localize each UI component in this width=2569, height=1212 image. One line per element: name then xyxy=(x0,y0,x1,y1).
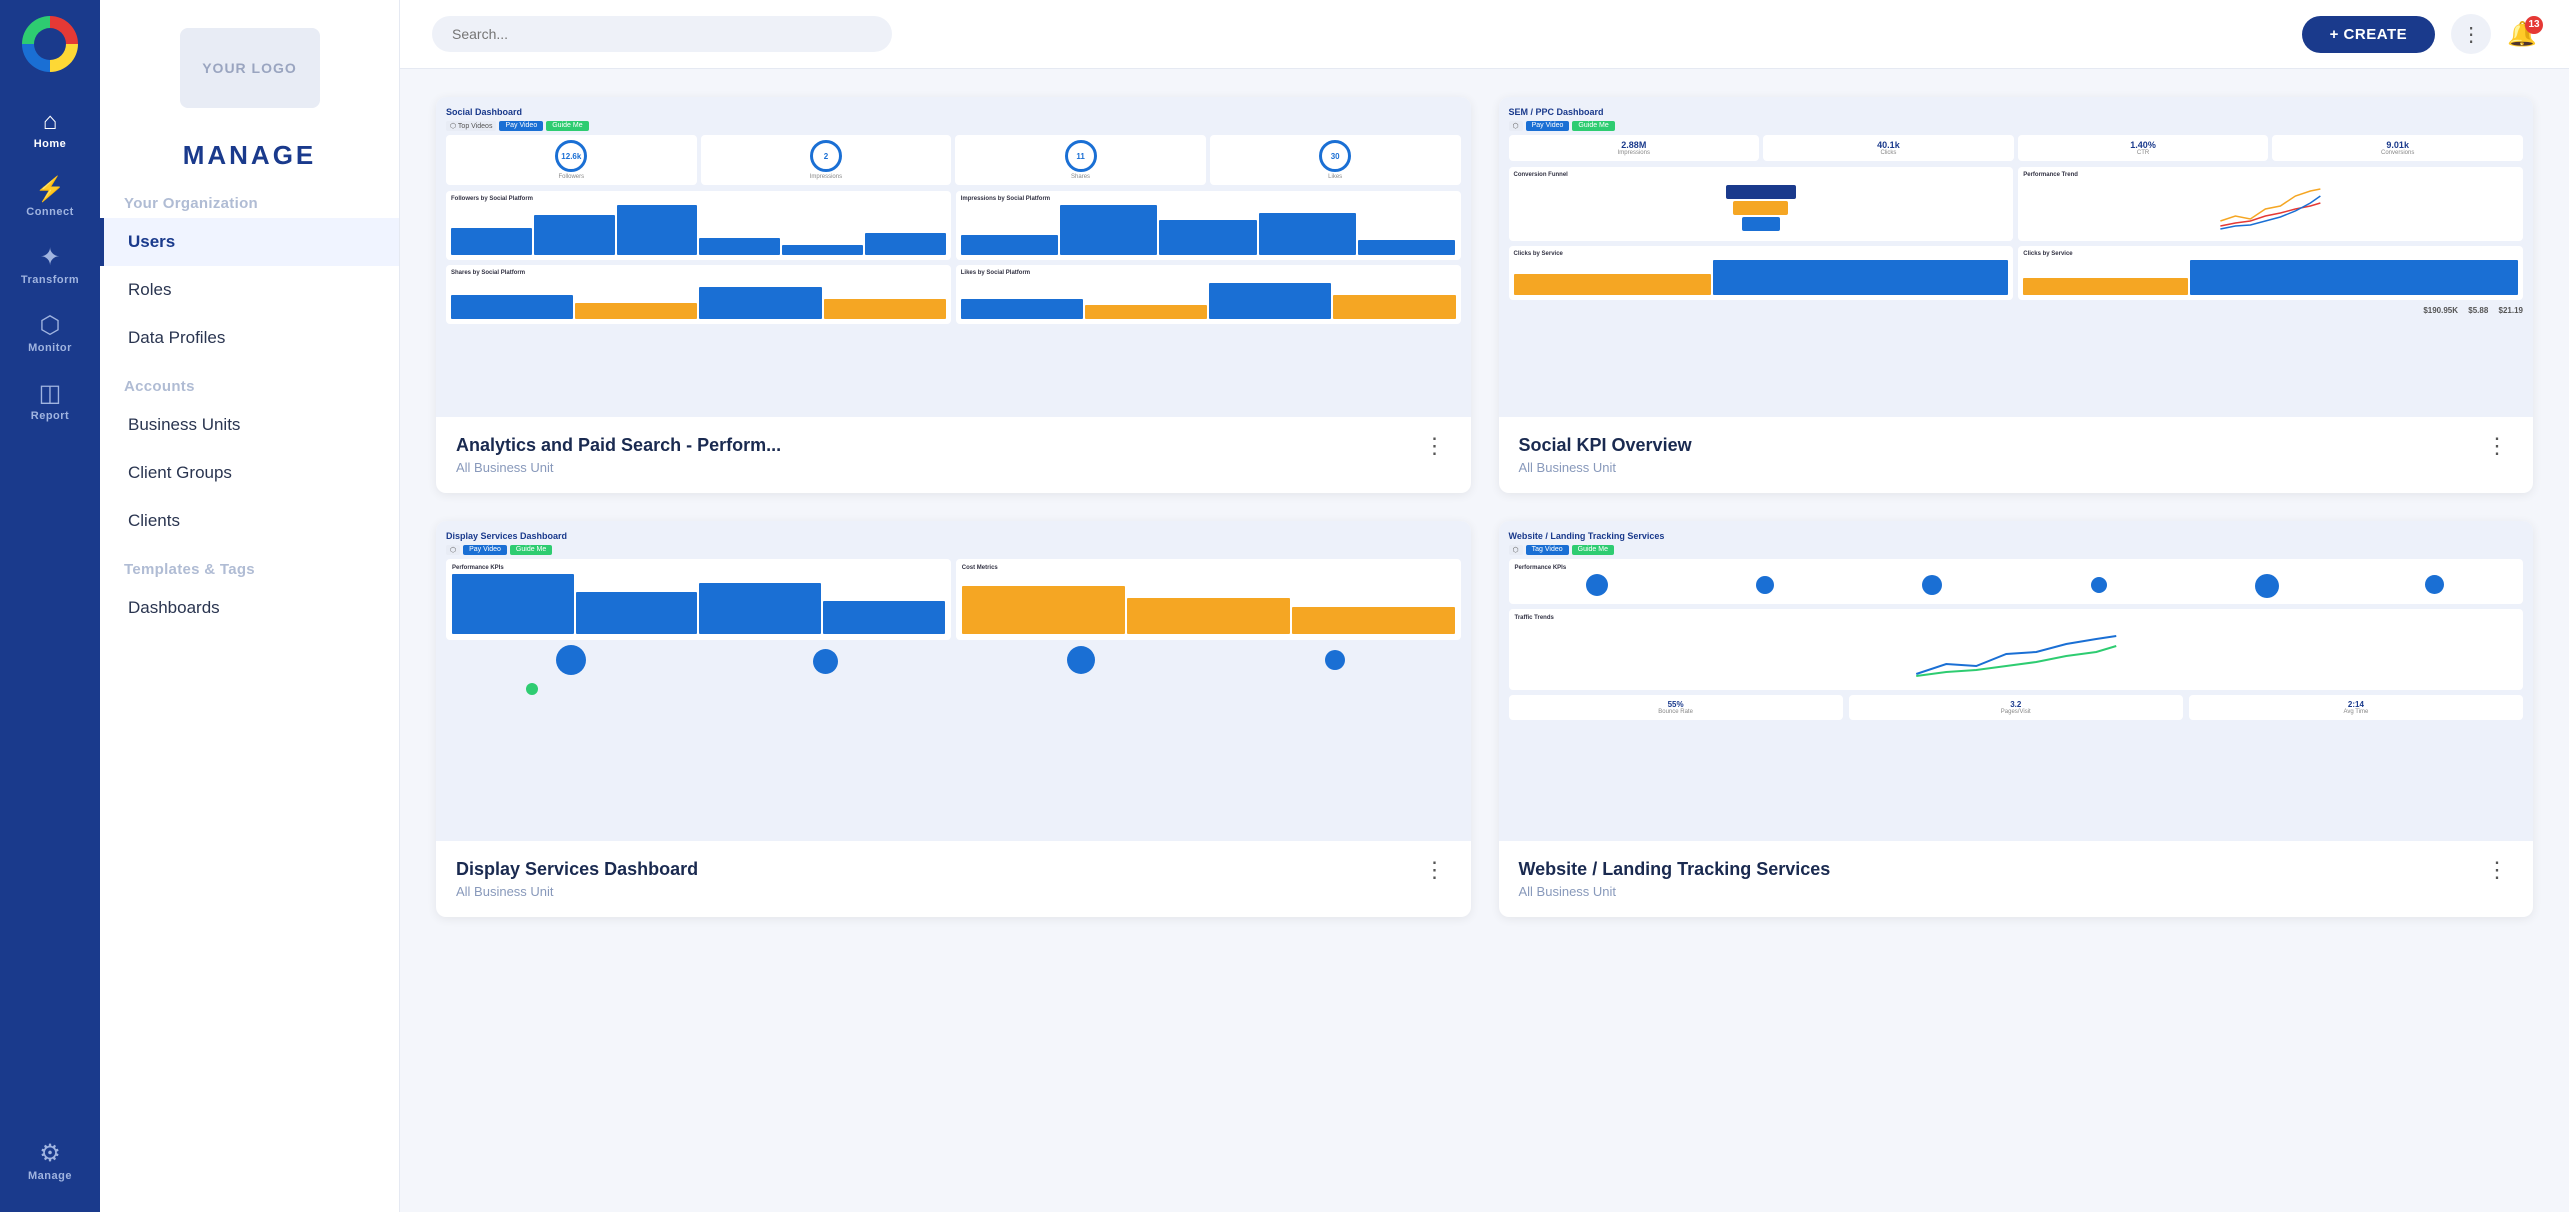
card-menu-button-3[interactable]: ⋮ xyxy=(1420,859,1451,881)
sidebar-item-users-label: Users xyxy=(128,232,175,251)
sidebar-item-dashboards-label: Dashboards xyxy=(128,598,220,617)
card-preview-4: Website / Landing Tracking Services ⬡ Ta… xyxy=(1499,521,2534,841)
top-bar-right: + CREATE ⋮ 🔔 13 xyxy=(2302,14,2537,54)
nav-label-home: Home xyxy=(34,138,67,150)
sidebar-item-client-groups[interactable]: Client Groups xyxy=(100,449,399,497)
section-header-templates: Templates & Tags xyxy=(100,545,399,584)
card-menu-button-1[interactable]: ⋮ xyxy=(1420,435,1451,457)
card-subtitle-2: All Business Unit xyxy=(1519,460,1692,475)
sidebar-item-client-groups-label: Client Groups xyxy=(128,463,232,482)
card-text-2: Social KPI Overview All Business Unit xyxy=(1519,435,1692,475)
card-title-1: Analytics and Paid Search - Perform... xyxy=(456,435,781,456)
icon-nav: ⌂ Home ⚡ Connect ✦ Transform ⬡ Monitor ◫… xyxy=(0,0,100,1212)
nav-item-home[interactable]: ⌂ Home xyxy=(0,96,100,164)
sidebar-item-users[interactable]: Users xyxy=(100,218,399,266)
notification-badge: 13 xyxy=(2525,16,2543,34)
card-text-3: Display Services Dashboard All Business … xyxy=(456,859,698,899)
transform-icon: ✦ xyxy=(40,246,60,270)
card-text-4: Website / Landing Tracking Services All … xyxy=(1519,859,1831,899)
sidebar-logo-area: YOUR LOGO xyxy=(100,0,399,124)
main-content: + CREATE ⋮ 🔔 13 Social Dashboard ⬡ Top V… xyxy=(400,0,2569,1212)
sidebar-item-data-profiles[interactable]: Data Profiles xyxy=(100,314,399,362)
card-preview-2: SEM / PPC Dashboard ⬡ Pay Video Guide Me… xyxy=(1499,97,2534,417)
dashboard-grid: Social Dashboard ⬡ Top Videos Pay Video … xyxy=(436,97,2533,917)
sidebar-item-business-units[interactable]: Business Units xyxy=(100,401,399,449)
nav-label-report: Report xyxy=(31,410,69,422)
sidebar-manage-title: MANAGE xyxy=(100,124,399,179)
home-icon: ⌂ xyxy=(43,110,58,134)
sidebar-item-roles[interactable]: Roles xyxy=(100,266,399,314)
logo-placeholder: YOUR LOGO xyxy=(180,28,320,108)
sidebar-item-dashboards[interactable]: Dashboards xyxy=(100,584,399,632)
report-icon: ◫ xyxy=(39,382,62,406)
card-text-1: Analytics and Paid Search - Perform... A… xyxy=(456,435,781,475)
sidebar-item-clients[interactable]: Clients xyxy=(100,497,399,545)
nav-item-monitor[interactable]: ⬡ Monitor xyxy=(0,300,100,368)
search-input[interactable] xyxy=(432,16,892,52)
sidebar-item-data-profiles-label: Data Profiles xyxy=(128,328,225,347)
sidebar-item-business-units-label: Business Units xyxy=(128,415,240,434)
dashboard-card-4: Website / Landing Tracking Services ⬡ Ta… xyxy=(1499,521,2534,917)
manage-icon: ⚙ xyxy=(39,1142,61,1166)
notifications-button[interactable]: 🔔 13 xyxy=(2507,20,2537,49)
card-title-3: Display Services Dashboard xyxy=(456,859,698,880)
card-info-3: Display Services Dashboard All Business … xyxy=(436,841,1471,917)
connect-icon: ⚡ xyxy=(35,178,65,202)
more-options-button[interactable]: ⋮ xyxy=(2451,14,2491,54)
card-subtitle-4: All Business Unit xyxy=(1519,884,1831,899)
nav-item-manage[interactable]: ⚙ Manage xyxy=(0,1128,100,1196)
card-preview-3: Display Services Dashboard ⬡ Pay Video G… xyxy=(436,521,1471,841)
card-preview-1: Social Dashboard ⬡ Top Videos Pay Video … xyxy=(436,97,1471,417)
dashboard-card-2: SEM / PPC Dashboard ⬡ Pay Video Guide Me… xyxy=(1499,97,2534,493)
card-info-1: Analytics and Paid Search - Perform... A… xyxy=(436,417,1471,493)
card-title-4: Website / Landing Tracking Services xyxy=(1519,859,1831,880)
more-dots-icon: ⋮ xyxy=(2461,22,2481,47)
app-logo xyxy=(22,16,78,72)
card-menu-button-4[interactable]: ⋮ xyxy=(2482,859,2513,881)
card-subtitle-3: All Business Unit xyxy=(456,884,698,899)
card-menu-button-2[interactable]: ⋮ xyxy=(2482,435,2513,457)
create-button[interactable]: + CREATE xyxy=(2302,16,2435,53)
nav-item-report[interactable]: ◫ Report xyxy=(0,368,100,436)
dashboard-card-3: Display Services Dashboard ⬡ Pay Video G… xyxy=(436,521,1471,917)
monitor-icon: ⬡ xyxy=(40,314,61,338)
card-info-4: Website / Landing Tracking Services All … xyxy=(1499,841,2534,917)
card-title-2: Social KPI Overview xyxy=(1519,435,1692,456)
logo-circle xyxy=(22,16,78,72)
section-header-org: Your Organization xyxy=(100,179,399,218)
nav-item-transform[interactable]: ✦ Transform xyxy=(0,232,100,300)
dashboard-area: Social Dashboard ⬡ Top Videos Pay Video … xyxy=(400,69,2569,1212)
sidebar-item-clients-label: Clients xyxy=(128,511,180,530)
nav-label-manage: Manage xyxy=(28,1170,72,1182)
logo-inner xyxy=(34,28,66,60)
nav-label-monitor: Monitor xyxy=(28,342,72,354)
dashboard-card-1: Social Dashboard ⬡ Top Videos Pay Video … xyxy=(436,97,1471,493)
sidebar: YOUR LOGO MANAGE Your Organization Users… xyxy=(100,0,400,1212)
nav-label-transform: Transform xyxy=(21,274,79,286)
nav-label-connect: Connect xyxy=(26,206,74,218)
section-header-accounts: Accounts xyxy=(100,362,399,401)
top-bar: + CREATE ⋮ 🔔 13 xyxy=(400,0,2569,69)
card-info-2: Social KPI Overview All Business Unit ⋮ xyxy=(1499,417,2534,493)
card-subtitle-1: All Business Unit xyxy=(456,460,781,475)
sidebar-item-roles-label: Roles xyxy=(128,280,171,299)
nav-item-connect[interactable]: ⚡ Connect xyxy=(0,164,100,232)
